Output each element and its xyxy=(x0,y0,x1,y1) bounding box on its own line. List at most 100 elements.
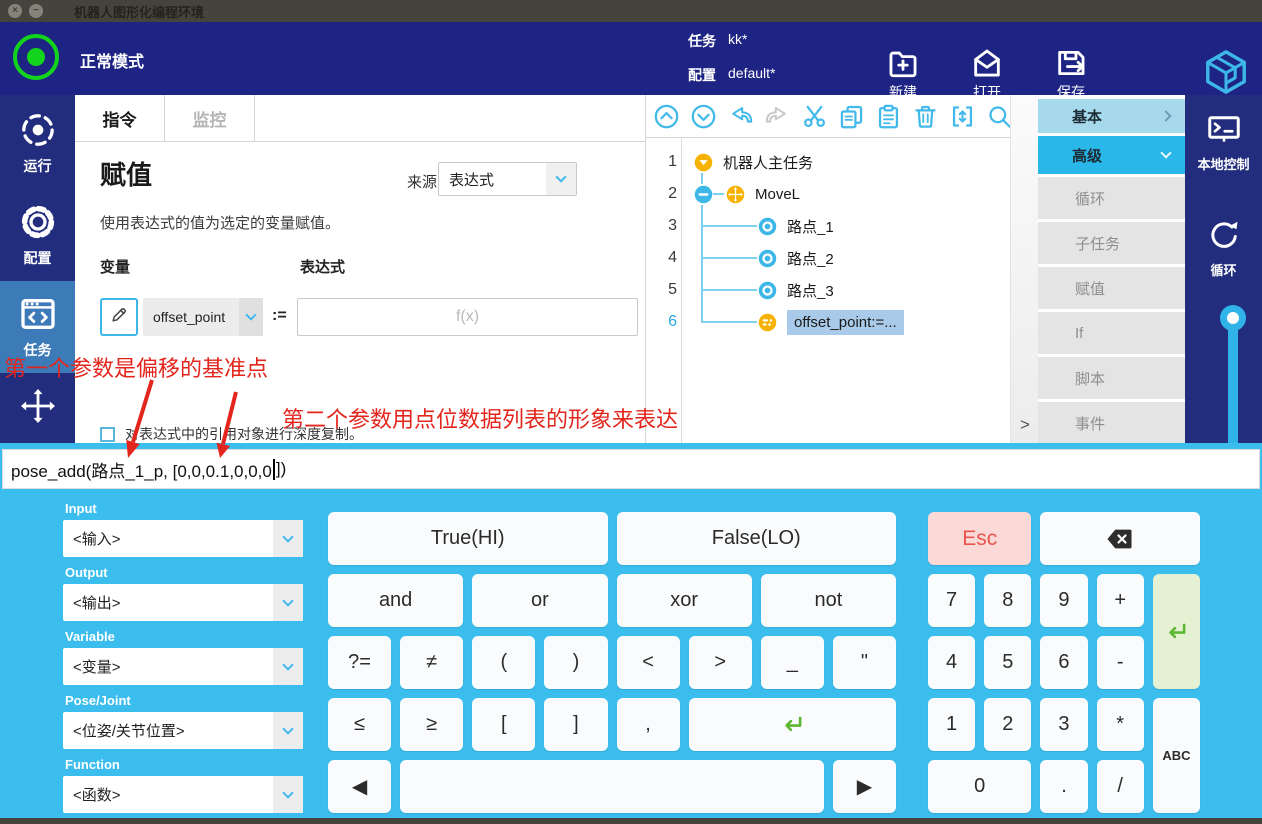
header-action-button[interactable]: 打开 xyxy=(954,46,1020,102)
category-item[interactable]: 赋值 xyxy=(1038,267,1185,309)
key-slash[interactable]: / xyxy=(1097,760,1144,813)
keyboard-dropdown[interactable]: <位姿/关节位置> xyxy=(63,712,303,749)
speed-slider-handle[interactable] xyxy=(1220,305,1246,331)
panel-tab[interactable]: 监控 xyxy=(165,95,255,141)
key-false-lo[interactable]: False(LO) xyxy=(617,512,897,565)
key-4[interactable]: 4 xyxy=(928,636,975,689)
key-9[interactable]: 9 xyxy=(1040,574,1087,627)
right-bar-item[interactable]: 循环 xyxy=(1185,217,1262,279)
key-cursor-right[interactable]: ▶ xyxy=(833,760,896,813)
key-or[interactable]: or xyxy=(472,574,607,627)
key-numpad-enter[interactable] xyxy=(1153,574,1200,689)
delete-icon[interactable] xyxy=(912,103,939,130)
key-and[interactable]: and xyxy=(328,574,463,627)
key-0[interactable]: 0 xyxy=(928,760,1031,813)
key-not-equal[interactable]: ≠ xyxy=(400,636,463,689)
key-quote[interactable]: " xyxy=(833,636,896,689)
category-group[interactable]: 基本 xyxy=(1038,99,1185,133)
sidebar-item[interactable]: 任务 xyxy=(0,281,75,373)
expression-keyboard-panel: pose_add(路点_1_p, [0,0,0.1,0,0,0]) Input … xyxy=(0,443,1262,824)
key-bracket-close[interactable]: ] xyxy=(544,698,607,751)
key-space[interactable] xyxy=(400,760,824,813)
key-greater-than[interactable]: > xyxy=(689,636,752,689)
panel-tab[interactable]: 指令 xyxy=(75,95,165,141)
tree-row[interactable]: 5 路点_3 xyxy=(646,274,1010,306)
tree-row[interactable]: 1 机器人主任务 xyxy=(646,146,1010,178)
tree-row[interactable]: 3 路点_1 xyxy=(646,210,1010,242)
key-2[interactable]: 2 xyxy=(984,698,1031,751)
category-item[interactable]: 脚本 xyxy=(1038,357,1185,399)
keyboard-dropdown[interactable]: <输出> xyxy=(63,584,303,621)
key-assign-query[interactable]: ?= xyxy=(328,636,391,689)
keyboard-dropdown[interactable]: <变量> xyxy=(63,648,303,685)
key-not[interactable]: not xyxy=(761,574,896,627)
category-group[interactable]: 高级 xyxy=(1038,136,1185,174)
search-icon[interactable] xyxy=(986,103,1013,130)
window-minimize-button[interactable]: − xyxy=(29,4,43,18)
config-label: 配置 xyxy=(688,65,716,85)
expression-editor-field[interactable]: pose_add(路点_1_p, [0,0,0.1,0,0,0]) xyxy=(2,449,1260,489)
chevron-down-icon xyxy=(555,171,566,182)
header-action-button[interactable]: 新建 xyxy=(870,46,936,102)
variable-select[interactable]: offset_point xyxy=(143,298,263,336)
speed-slider-track[interactable] xyxy=(1228,318,1238,455)
keyboard-dropdown[interactable]: <函数> xyxy=(63,776,303,813)
key-enter[interactable] xyxy=(689,698,896,751)
tree-row[interactable]: 2 MoveL xyxy=(646,178,1010,210)
category-item[interactable]: 循环 xyxy=(1038,177,1185,219)
key-esc[interactable]: Esc xyxy=(928,512,1031,565)
key-less-equal[interactable]: ≤ xyxy=(328,698,391,751)
cut-icon[interactable] xyxy=(801,103,828,130)
move-up-icon[interactable] xyxy=(653,103,680,130)
key-xor[interactable]: xor xyxy=(617,574,752,627)
key-backspace[interactable] xyxy=(1040,512,1200,565)
key-minus[interactable]: - xyxy=(1097,636,1144,689)
key-8[interactable]: 8 xyxy=(984,574,1031,627)
copy-icon[interactable] xyxy=(838,103,865,130)
key-greater-equal[interactable]: ≥ xyxy=(400,698,463,751)
expression-text: pose_add(路点_1_p, [0,0,0.1,0,0,0 xyxy=(11,457,272,482)
key-cursor-left[interactable]: ◀ xyxy=(328,760,391,813)
paste-icon[interactable] xyxy=(875,103,902,130)
window-close-button[interactable]: × xyxy=(8,4,22,18)
key-6[interactable]: 6 xyxy=(1040,636,1087,689)
keyboard-numpad: Esc 789+456- 123*ABC 0./ xyxy=(928,512,1200,813)
key-star[interactable]: * xyxy=(1097,698,1144,751)
header-action-button[interactable]: 保存 xyxy=(1038,46,1104,102)
source-select[interactable]: 表达式 xyxy=(438,162,577,196)
task-tri-icon xyxy=(693,152,714,173)
window-titlebar: × − 机器人图形化编程环境 xyxy=(0,0,1262,22)
deep-copy-checkbox[interactable] xyxy=(100,427,115,442)
undo-icon[interactable] xyxy=(727,103,754,130)
insert-icon[interactable] xyxy=(949,103,976,130)
tree-row[interactable]: 6 offset_point:=... xyxy=(646,306,1010,338)
key-3[interactable]: 3 xyxy=(1040,698,1087,751)
key-less-than[interactable]: < xyxy=(617,636,680,689)
category-item[interactable]: 子任务 xyxy=(1038,222,1185,264)
category-item[interactable]: 事件 xyxy=(1038,402,1185,444)
key-1[interactable]: 1 xyxy=(928,698,975,751)
key-abc[interactable]: ABC xyxy=(1153,698,1200,813)
key-7[interactable]: 7 xyxy=(928,574,975,627)
key-underscore[interactable]: _ xyxy=(761,636,824,689)
category-item[interactable]: If xyxy=(1038,312,1185,354)
key-bracket-open[interactable]: [ xyxy=(472,698,535,751)
key-comma[interactable]: , xyxy=(617,698,680,751)
edit-variable-button[interactable] xyxy=(100,298,138,336)
redo-icon[interactable] xyxy=(764,103,791,130)
key-5[interactable]: 5 xyxy=(984,636,1031,689)
keyboard-dropdown[interactable]: <输入> xyxy=(63,520,303,557)
right-bar-item[interactable]: 本地控制 xyxy=(1185,111,1262,173)
tree-row[interactable]: 4 路点_2 xyxy=(646,242,1010,274)
sidebar-item[interactable]: 运行 xyxy=(0,97,75,189)
key-paren-open[interactable]: ( xyxy=(472,636,535,689)
key-dot[interactable]: . xyxy=(1040,760,1087,813)
expand-panel-button[interactable]: > xyxy=(1020,415,1030,435)
sidebar-item[interactable]: 配置 xyxy=(0,189,75,281)
key-paren-close[interactable]: ) xyxy=(544,636,607,689)
key-plus[interactable]: + xyxy=(1097,574,1144,627)
move-down-icon[interactable] xyxy=(690,103,717,130)
key-true-hi[interactable]: True(HI) xyxy=(328,512,608,565)
expression-input[interactable] xyxy=(297,298,638,336)
tree-node-label: MoveL xyxy=(755,186,800,203)
